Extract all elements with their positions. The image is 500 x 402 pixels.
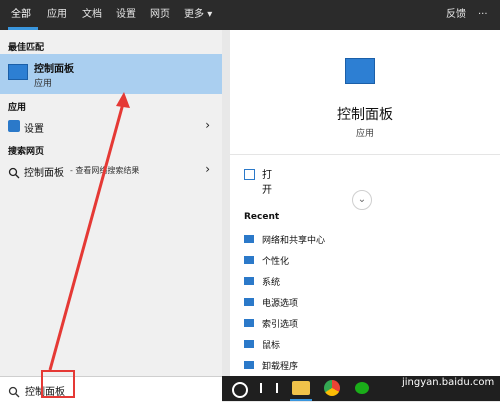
annotation-arrow [48,92,130,371]
search-text-highlight-box [41,370,75,398]
